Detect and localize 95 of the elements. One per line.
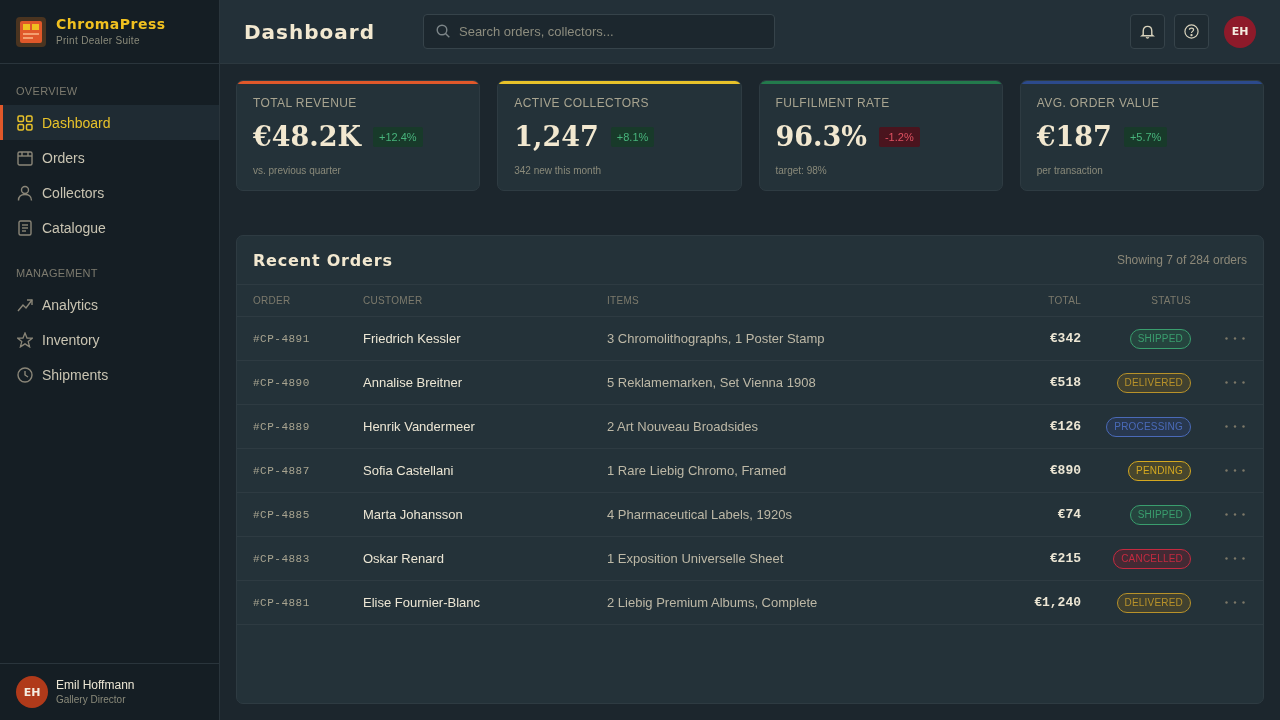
order-id-cell: #CP-4891 <box>253 332 310 345</box>
stat-value: 1,247 <box>514 120 599 154</box>
stat-label: TOTAL REVENUE <box>253 96 357 110</box>
orders-summary: Showing 7 of 284 orders <box>1116 253 1247 267</box>
items-cell: 1 Rare Liebig Chromo, Framed <box>607 463 787 478</box>
search-field[interactable]: Search orders, collectors... <box>423 14 775 49</box>
user-avatar: EH <box>16 676 48 708</box>
items-cell: 2 Art Nouveau Broadsides <box>607 419 759 434</box>
stat-note: target: 98% <box>775 165 827 177</box>
status-badge: CANCELLED <box>1113 548 1191 569</box>
star-icon <box>17 331 33 348</box>
items-cell: 5 Reklamemarken, Set Vienna 1908 <box>607 375 816 390</box>
total-cell: €518 <box>1049 375 1081 390</box>
status-badge: DELIVERED <box>1116 372 1191 393</box>
stat-note: vs. previous quarter <box>253 165 341 177</box>
order-id-cell: #CP-4889 <box>253 420 310 433</box>
sidebar-item[interactable]: Dashboard <box>0 105 219 140</box>
more-icon <box>1225 513 1245 516</box>
status-badge: DELIVERED <box>1116 592 1191 613</box>
items-cell: 1 Exposition Universelle Sheet <box>607 551 784 566</box>
order-id-cell: #CP-4885 <box>253 508 310 521</box>
column-header: ITEMS <box>607 295 640 306</box>
nav-section-heading: MANAGEMENT <box>16 266 98 280</box>
sidebar-item[interactable]: Orders <box>0 140 219 175</box>
calendar-icon <box>17 149 33 166</box>
sidebar-item[interactable]: Collectors <box>0 175 219 210</box>
customer-cell: Oskar Renard <box>363 551 444 566</box>
customer-cell: Sofia Castellani <box>363 463 454 478</box>
total-cell: €890 <box>1049 463 1081 478</box>
panel-title: Recent Orders <box>253 250 393 270</box>
stat-value: €48.2K <box>253 120 361 154</box>
order-id-cell: #CP-4883 <box>253 552 310 565</box>
trend-line-icon <box>17 296 33 313</box>
more-icon <box>1225 469 1245 472</box>
stat-note: 342 new this month <box>514 165 601 177</box>
brand-name: ChromaPress <box>56 16 166 33</box>
status-badge: SHIPPED <box>1129 504 1191 525</box>
logo-icon <box>16 16 46 47</box>
brand-tagline: Print Dealer Suite <box>56 35 140 47</box>
change-badge: +12.4% <box>373 127 423 147</box>
order-id-cell: #CP-4890 <box>253 376 310 389</box>
person-icon <box>17 184 33 201</box>
stat-label: AVG. ORDER VALUE <box>1036 96 1160 110</box>
order-id-cell: #CP-4887 <box>253 464 310 477</box>
total-cell: €215 <box>1049 551 1081 566</box>
change-badge: +5.7% <box>1123 127 1168 147</box>
customer-cell: Marta Johansson <box>363 507 463 522</box>
status-badge: PROCESSING <box>1106 416 1191 437</box>
more-icon <box>1225 557 1245 560</box>
column-header: STATUS <box>1151 295 1191 306</box>
stat-value: €187 <box>1036 120 1112 154</box>
more-icon <box>1225 601 1245 604</box>
total-cell: €1,240 <box>1034 595 1081 610</box>
document-icon <box>17 219 33 236</box>
status-badge: PENDING <box>1128 460 1191 481</box>
more-icon <box>1225 337 1245 340</box>
help-icon <box>1184 24 1199 39</box>
items-cell: 2 Liebig Premium Albums, Complete <box>607 595 818 610</box>
stat-label: FULFILMENT RATE <box>775 96 890 110</box>
user-avatar[interactable]: EH <box>1224 15 1256 48</box>
more-icon <box>1225 425 1245 428</box>
stat-value: 96.3% <box>775 120 867 154</box>
total-cell: €126 <box>1049 419 1081 434</box>
column-header: ORDER <box>253 295 291 306</box>
sidebar-item[interactable]: Catalogue <box>0 210 219 245</box>
column-header: TOTAL <box>1048 295 1081 306</box>
customer-cell: Henrik Vandermeer <box>363 419 475 434</box>
help-button[interactable] <box>1174 14 1209 49</box>
total-cell: €74 <box>1057 507 1081 522</box>
items-cell: 4 Pharmaceutical Labels, 1920s <box>607 507 792 522</box>
customer-cell: Elise Fournier-Blanc <box>363 595 481 610</box>
grid-icon <box>17 114 33 131</box>
change-badge: -1.2% <box>878 127 920 147</box>
user-name: Emil Hoffmann <box>56 678 135 693</box>
stat-label: ACTIVE COLLECTORS <box>514 96 649 110</box>
clock-icon <box>17 366 33 383</box>
order-id-cell: #CP-4881 <box>253 596 310 609</box>
customer-cell: Friedrich Kessler <box>363 331 461 346</box>
items-cell: 3 Chromolithographs, 1 Poster Stamp <box>607 331 825 346</box>
sidebar-item[interactable]: Inventory <box>0 322 219 357</box>
search-icon <box>436 24 450 38</box>
stat-note: per transaction <box>1036 165 1103 177</box>
more-icon <box>1225 381 1245 384</box>
notifications-button[interactable] <box>1130 14 1165 49</box>
bell-icon <box>1140 24 1155 39</box>
page-title: Dashboard <box>244 19 375 44</box>
change-badge: +8.1% <box>610 127 655 147</box>
sidebar-item[interactable]: Shipments <box>0 357 219 392</box>
nav-section-heading: OVERVIEW <box>16 84 78 98</box>
status-badge: SHIPPED <box>1129 328 1191 349</box>
customer-cell: Annalise Breitner <box>363 375 462 390</box>
column-header: CUSTOMER <box>363 295 423 306</box>
total-cell: €342 <box>1049 331 1081 346</box>
user-role: Gallery Director <box>56 694 126 706</box>
sidebar-item[interactable]: Analytics <box>0 287 219 322</box>
